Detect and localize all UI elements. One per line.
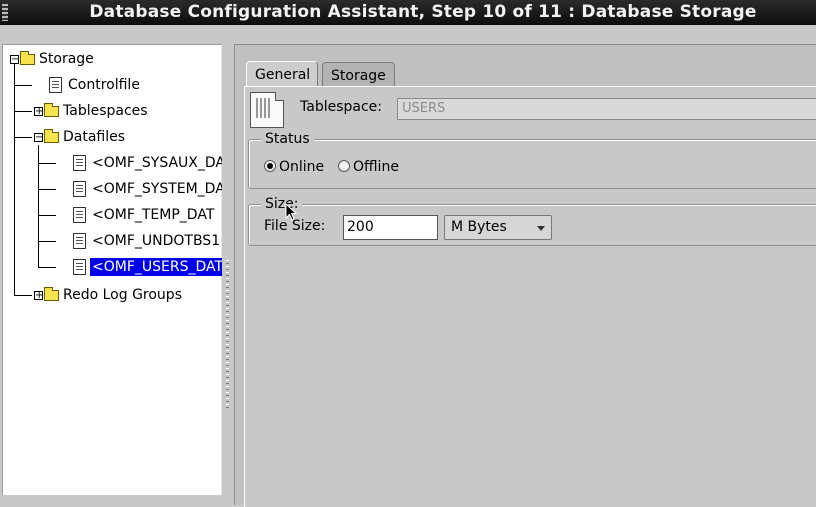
tree-node-label: Storage — [39, 51, 94, 67]
window-title: Database Configuration Assistant, Step 1… — [89, 2, 757, 22]
size-unit-select[interactable]: M Bytes — [444, 215, 552, 240]
folder-icon — [44, 286, 59, 301]
tree-node-label: <OMF_TEMP_DAT — [92, 207, 215, 223]
datafile-icon — [73, 233, 86, 249]
folder-icon — [44, 128, 59, 143]
datafile-icon — [73, 259, 86, 275]
online-label: Online — [279, 159, 325, 175]
tree-node-storage[interactable]: Storage — [20, 48, 96, 70]
storage-tree[interactable]: − Storage Controlfile + Tablespaces − Da… — [2, 44, 226, 495]
splitter-handle[interactable] — [222, 44, 233, 484]
tree-node-controlfile[interactable]: Controlfile — [49, 74, 142, 96]
tree-node-datafile[interactable]: <OMF_SYSAUX_DA — [73, 152, 227, 174]
tree-node-label: Tablespaces — [63, 103, 148, 119]
datafile-icon — [73, 207, 86, 223]
status-group — [248, 139, 816, 189]
tree-node-label: Controlfile — [68, 77, 140, 93]
tree-node-label: <OMF_UNDOTBS1 — [92, 233, 221, 249]
tree-node-redo-log-groups[interactable]: Redo Log Groups — [44, 284, 184, 306]
tree-node-datafile-selected[interactable]: <OMF_USERS_DAT — [73, 256, 226, 278]
expand-redo-log-groups-toggle[interactable]: + — [34, 291, 43, 301]
offline-radio[interactable]: Offline — [338, 159, 399, 175]
tree-node-datafile[interactable]: <OMF_UNDOTBS1 — [73, 230, 222, 252]
tablespace-label: Tablespace: — [300, 99, 382, 115]
datafile-icon — [73, 181, 86, 197]
status-legend: Status — [261, 131, 314, 147]
tab-storage[interactable]: Storage — [322, 62, 395, 86]
size-unit-value: M Bytes — [451, 219, 507, 235]
tree-node-label: Datafiles — [63, 129, 126, 145]
tree-node-label: <OMF_USERS_DAT — [90, 258, 226, 276]
controlfile-icon — [49, 77, 62, 93]
tree-node-datafile[interactable]: <OMF_SYSTEM_DA — [73, 178, 227, 200]
chevron-down-icon — [537, 226, 545, 231]
radio-unchecked-icon — [338, 160, 350, 172]
tablespace-icon — [250, 92, 284, 128]
collapse-storage-toggle[interactable]: − — [10, 55, 19, 65]
collapse-datafiles-toggle[interactable]: − — [34, 133, 43, 143]
folder-icon — [44, 102, 59, 117]
title-bar[interactable]: Database Configuration Assistant, Step 1… — [0, 0, 816, 25]
offline-label: Offline — [353, 159, 399, 175]
expand-tablespaces-toggle[interactable]: + — [34, 107, 43, 117]
folder-icon — [20, 50, 35, 65]
tree-node-label: <OMF_SYSTEM_DA — [92, 181, 225, 197]
mouse-pointer-icon — [285, 203, 298, 221]
tree-node-label: Redo Log Groups — [63, 287, 182, 303]
datafile-icon — [73, 155, 86, 171]
splitter-grip-icon — [226, 260, 229, 408]
tree-node-datafiles[interactable]: Datafiles — [44, 126, 127, 148]
tablespace-field: USERS — [397, 98, 816, 120]
online-radio[interactable]: Online — [264, 159, 324, 175]
tree-node-label: <OMF_SYSAUX_DA — [92, 155, 225, 171]
tab-general[interactable]: General — [246, 61, 318, 86]
file-size-input[interactable]: 200 — [343, 215, 438, 240]
tree-node-datafile[interactable]: <OMF_TEMP_DAT — [73, 204, 216, 226]
tree-node-tablespaces[interactable]: Tablespaces — [44, 100, 150, 122]
radio-checked-icon — [264, 160, 276, 172]
